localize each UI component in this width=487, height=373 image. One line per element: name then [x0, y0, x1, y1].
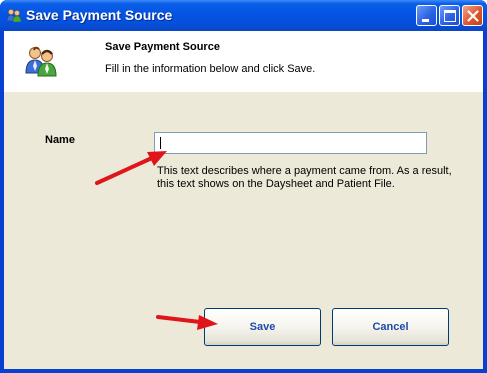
header-title: Save Payment Source — [105, 41, 220, 53]
maximize-icon — [444, 10, 456, 22]
cancel-button[interactable]: Cancel — [332, 308, 449, 346]
maximize-button[interactable] — [439, 5, 460, 26]
save-button[interactable]: Save — [204, 308, 321, 346]
name-label: Name — [45, 134, 75, 146]
dialog-header: Save Payment Source Fill in the informat… — [4, 31, 483, 92]
text-caret — [160, 137, 161, 149]
minimize-button[interactable] — [416, 5, 437, 26]
dialog-window: Save Payment Source Save Payment Source … — [0, 0, 487, 373]
close-icon — [467, 10, 479, 22]
title-bar[interactable]: Save Payment Source — [0, 0, 487, 31]
name-input[interactable] — [154, 132, 427, 154]
dialog-body: Save Payment Source Fill in the informat… — [4, 31, 483, 369]
users-icon — [25, 46, 57, 77]
users-icon — [6, 9, 22, 22]
name-help-text: This text describes where a payment came… — [157, 165, 452, 190]
close-button[interactable] — [462, 5, 483, 26]
window-title: Save Payment Source — [26, 7, 173, 23]
header-subtitle: Fill in the information below and click … — [105, 63, 316, 75]
minimize-icon — [422, 19, 429, 22]
